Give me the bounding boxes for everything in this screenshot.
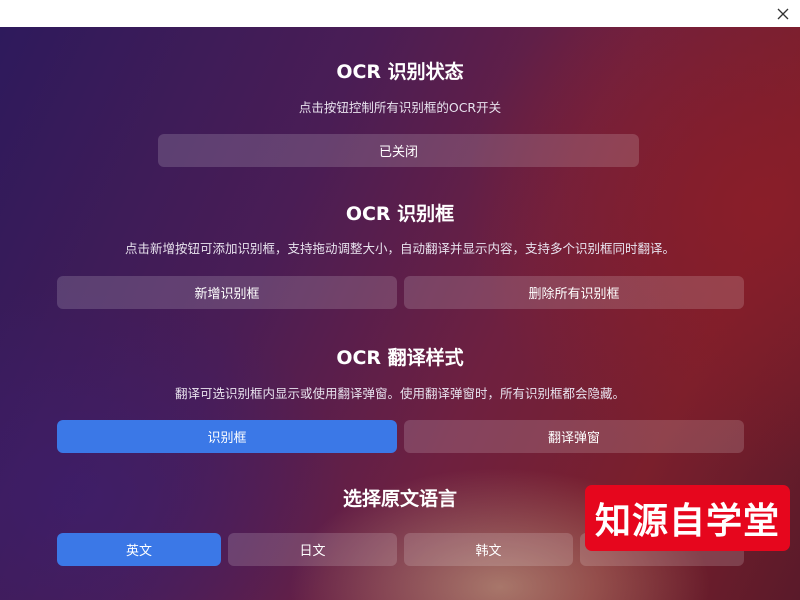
ocr-box-description: 点击新增按钮可添加识别框，支持拖动调整大小，自动翻译并显示内容，支持多个识别框同…: [124, 241, 675, 256]
close-button[interactable]: [772, 3, 794, 25]
close-icon: [777, 5, 789, 24]
style-option-box[interactable]: 识别框: [57, 420, 397, 453]
language-option-korean-label: 韩文: [475, 544, 502, 559]
style-option-popup[interactable]: 翻译弹窗: [404, 420, 744, 453]
language-option-english-label: 英文: [125, 544, 152, 559]
translation-style-title: OCR 翻译样式: [336, 347, 464, 369]
ocr-status-description: 点击按钮控制所有识别框的OCR开关: [298, 100, 502, 115]
language-option-english[interactable]: 英文: [57, 533, 221, 566]
title-bar: [0, 0, 800, 27]
watermark-text: 知源自学堂: [594, 501, 780, 542]
translation-style-description: 翻译可选识别框内显示或使用翻译弹窗。使用翻译弹窗时，所有识别框都会隐藏。: [174, 386, 625, 401]
delete-all-boxes-label: 删除所有识别框: [528, 287, 620, 302]
language-option-japanese-label: 日文: [299, 544, 326, 559]
ocr-toggle-button[interactable]: 已关闭: [158, 134, 639, 167]
delete-all-boxes-button[interactable]: 删除所有识别框: [404, 276, 744, 309]
language-option-japanese[interactable]: 日文: [228, 533, 397, 566]
ocr-status-title: OCR 识别状态: [336, 61, 464, 83]
add-box-label: 新增识别框: [194, 287, 260, 302]
add-box-button[interactable]: 新增识别框: [57, 276, 397, 309]
style-option-box-label: 识别框: [207, 431, 247, 446]
style-option-popup-label: 翻译弹窗: [547, 431, 600, 446]
watermark-logo: 知源自学堂: [585, 485, 790, 551]
language-option-korean[interactable]: 韩文: [404, 533, 573, 566]
ocr-toggle-label: 已关闭: [378, 145, 418, 160]
app-window: OCR 识别状态 点击按钮控制所有识别框的OCR开关 已关闭 OCR 识别框 点…: [0, 0, 800, 600]
ocr-box-title: OCR 识别框: [345, 203, 455, 225]
